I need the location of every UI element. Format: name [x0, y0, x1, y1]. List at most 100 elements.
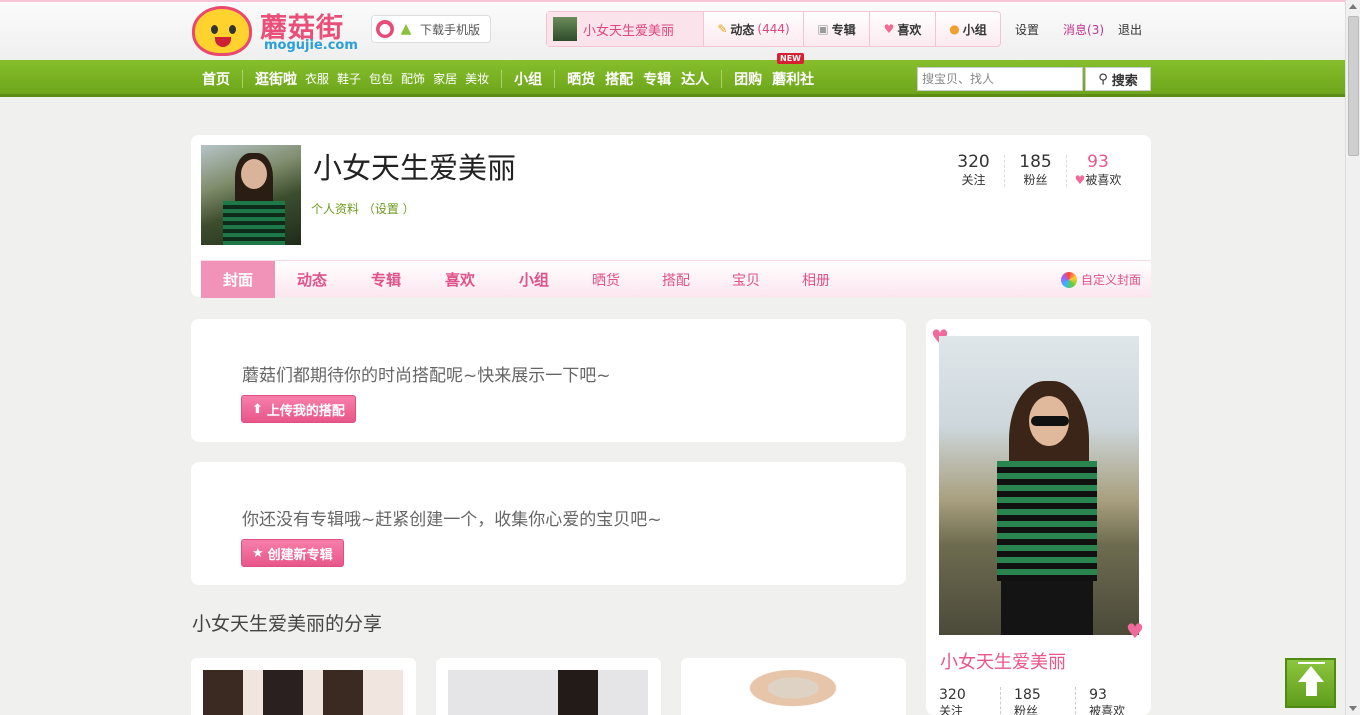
heart-icon: ♥ [1126, 619, 1144, 643]
nav-sub-bags[interactable]: 包包 [369, 70, 393, 87]
nav-sub-makeup[interactable]: 美妆 [465, 70, 489, 87]
stat-value: 93 [1087, 152, 1109, 172]
nav-tuan[interactable]: 团购 [734, 69, 762, 89]
share-title: 小女天生爱美丽的分享 [192, 613, 383, 635]
sidebar-stats: 320 关注 185 粉丝 93 被喜欢 [926, 687, 1151, 715]
stat-value: 93 [1089, 687, 1107, 703]
color-wheel-icon [1060, 271, 1077, 288]
nav-benefit[interactable]: 蘑利社 [772, 69, 814, 89]
nav-home[interactable]: 首页 [202, 69, 230, 89]
outfit-empty-message: 蘑菇们都期待你的时尚搭配呢~快来展示一下吧~ [242, 366, 611, 386]
scroll-up-icon[interactable] [1349, 4, 1357, 9]
group-label: 小组 [962, 22, 987, 37]
nav-sub-accessories[interactable]: 配饰 [401, 70, 425, 87]
stat-label: 被喜欢 [1085, 173, 1122, 187]
nav-match[interactable]: 搭配 [605, 69, 633, 89]
stat-value: 320 [957, 152, 990, 172]
apple-icon: ● [376, 20, 394, 38]
search-input[interactable]: 搜宝贝、找人 [917, 67, 1083, 91]
share-item[interactable] [681, 658, 906, 715]
avatar [553, 17, 577, 41]
cover-photo[interactable] [939, 336, 1139, 635]
profile-info-link[interactable]: 个人资料 [311, 202, 359, 216]
back-to-top-icon [1298, 662, 1325, 664]
dynamic-label: 动态 [730, 22, 755, 37]
share-item[interactable] [436, 658, 661, 715]
nav-expert[interactable]: 达人 [681, 69, 709, 89]
nav-sub-clothes[interactable]: 衣服 [305, 70, 329, 87]
scroll-down-icon[interactable] [1349, 706, 1357, 711]
share-item-image [203, 670, 403, 715]
logo-mascot-icon [192, 6, 252, 56]
profile-settings-link[interactable]: （设置 ） [363, 202, 415, 216]
page: 蘑菇街 mogujie.com ● ▲ 下载手机版 小女天生爱美丽 ✎ 动态 (… [0, 0, 1345, 715]
tab-group[interactable]: 小组 [497, 261, 571, 298]
custom-cover-label: 自定义封面 [1080, 273, 1141, 287]
heart-icon: ♥ [883, 22, 895, 36]
nav-shop[interactable]: 逛街啦 [255, 69, 297, 89]
share-item[interactable] [191, 658, 416, 715]
logout-link[interactable]: 退出 [1118, 21, 1142, 38]
messages-link[interactable]: 消息(3) [1063, 21, 1104, 38]
nav-sub-home[interactable]: 家居 [433, 70, 457, 87]
tab-dynamic[interactable]: 动态 [275, 261, 349, 298]
nav-sub-shoes[interactable]: 鞋子 [337, 70, 361, 87]
new-badge: NEW [777, 53, 804, 64]
outfit-empty-box: 蘑菇们都期待你的时尚搭配呢~快来展示一下吧~ ⬆ 上传我的搭配 [191, 319, 906, 442]
chat-icon: ● [949, 22, 960, 36]
dynamic-count: (444) [757, 22, 790, 36]
tab-like[interactable]: 喜欢 [423, 261, 497, 298]
stat-following[interactable]: 320 关注 [943, 152, 1005, 187]
album-empty-box: 你还没有专辑哦~赶紧创建一个，收集你心爱的宝贝吧~ ★ 创建新专辑 [191, 462, 906, 585]
app-download-button[interactable]: ● ▲ 下载手机版 [371, 15, 491, 43]
settings-link[interactable]: 设置 [1015, 21, 1039, 38]
dynamic-link[interactable]: ✎ 动态 (444) [704, 12, 804, 46]
upload-outfit-label: 上传我的搭配 [266, 403, 345, 419]
nav-show[interactable]: 晒货 [567, 69, 595, 89]
tab-cover[interactable]: 封面 [201, 261, 275, 298]
top-header: 蘑菇街 mogujie.com ● ▲ 下载手机版 小女天生爱美丽 ✎ 动态 (… [0, 0, 1345, 60]
nav-album[interactable]: 专辑 [643, 69, 671, 89]
group-link[interactable]: ● 小组 [936, 12, 1000, 46]
sidebar-name[interactable]: 小女天生爱美丽 [940, 648, 1066, 674]
album-link[interactable]: ▣ 专辑 [804, 12, 870, 46]
stat-label: 粉丝 [1023, 173, 1048, 187]
profile-avatar[interactable] [201, 145, 301, 245]
create-album-label: 创建新专辑 [267, 547, 333, 563]
stat-value: 320 [939, 687, 966, 703]
stat-label: 关注 [939, 704, 964, 715]
sidebar-stat-fans[interactable]: 185 粉丝 [1001, 687, 1077, 715]
stat-liked[interactable]: 93 ♥被喜欢 [1067, 152, 1129, 188]
like-link[interactable]: ♥ 喜欢 [870, 12, 936, 46]
logo-domain: mogujie.com [264, 38, 358, 53]
sidebar-stat-liked[interactable]: 93 被喜欢 [1076, 687, 1151, 715]
tab-match[interactable]: 搭配 [641, 261, 711, 298]
user-profile-link[interactable]: 小女天生爱美丽 [547, 12, 704, 46]
app-download-label: 下载手机版 [420, 22, 481, 37]
stat-label: 粉丝 [1014, 704, 1039, 715]
tab-show[interactable]: 晒货 [571, 261, 641, 298]
upload-outfit-button[interactable]: ⬆ 上传我的搭配 [241, 395, 356, 423]
search-button[interactable]: ⚲ 搜索 [1085, 67, 1151, 91]
nav-group[interactable]: 小组 [514, 69, 542, 89]
custom-cover-button[interactable]: 自定义封面 [1060, 271, 1141, 288]
album-label: 专辑 [831, 22, 856, 37]
tab-photos[interactable]: 相册 [781, 261, 851, 298]
profile-name: 小女天生爱美丽 [313, 151, 517, 185]
create-album-button[interactable]: ★ 创建新专辑 [241, 539, 344, 567]
user-bar: 小女天生爱美丽 ✎ 动态 (444) ▣ 专辑 ♥ 喜欢 ● 小组 [546, 11, 1001, 47]
sidebar-stat-following[interactable]: 320 关注 [926, 687, 1002, 715]
vertical-scrollbar[interactable] [1345, 0, 1360, 715]
stat-fans[interactable]: 185 粉丝 [1005, 154, 1067, 187]
scrollbar-thumb[interactable] [1348, 16, 1359, 156]
share-item-image [693, 670, 893, 715]
profile-stats: 320 关注 185 粉丝 93 ♥被喜欢 [943, 152, 1129, 188]
star-icon: ★ [252, 545, 264, 561]
sidebar-card: ♥ ♥ 小女天生爱美丽 320 关注 185 粉丝 93 被喜欢 [926, 319, 1151, 715]
tab-album[interactable]: 专辑 [349, 261, 423, 298]
pencil-icon: ✎ [717, 22, 728, 36]
back-to-top-button[interactable] [1285, 658, 1336, 708]
profile-info: 个人资料 （设置 ） [311, 200, 415, 217]
tab-items[interactable]: 宝贝 [711, 261, 781, 298]
logo[interactable]: 蘑菇街 mogujie.com [192, 4, 362, 58]
